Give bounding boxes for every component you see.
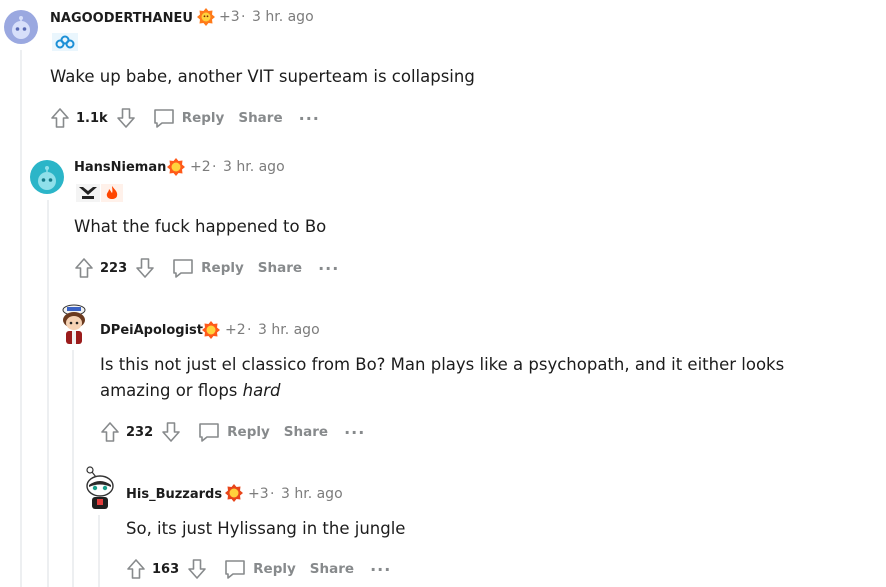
comment-body: Is this not just el classico from Bo? Ma… xyxy=(100,352,784,404)
comment-actions: 1.1k Reply Share ··· xyxy=(48,104,320,132)
comment-body-line-2: amazing or flops hard xyxy=(100,378,784,404)
reply-label: Reply xyxy=(201,260,244,276)
share-button[interactable]: Share xyxy=(310,561,354,577)
comment-actions: 223 Reply Share ··· xyxy=(72,254,339,282)
avatar[interactable] xyxy=(4,10,38,44)
share-label: Share xyxy=(283,424,329,440)
avatar[interactable] xyxy=(82,465,118,511)
thread-line-level-4[interactable] xyxy=(98,515,100,587)
reply-button[interactable]: Reply xyxy=(152,107,225,129)
meta-separator: · xyxy=(247,322,252,338)
cloud9-flair-icon xyxy=(52,33,78,55)
share-button[interactable]: Share xyxy=(238,110,282,126)
share-label: Share xyxy=(309,561,355,577)
meta-separator: · xyxy=(241,9,246,25)
vote-score: 223 xyxy=(100,260,128,276)
reply-label: Reply xyxy=(227,424,270,440)
more-options-icon[interactable]: ··· xyxy=(370,560,391,579)
karma-count: +2 xyxy=(190,159,211,175)
reply-label: Reply xyxy=(181,110,225,126)
timestamp[interactable]: 3 hr. ago xyxy=(281,486,343,502)
share-label: Share xyxy=(238,110,283,126)
upvote-arrow-icon[interactable] xyxy=(124,557,148,581)
reply-label: Reply xyxy=(253,561,296,577)
reply-button[interactable]: Reply xyxy=(171,257,244,279)
fire-flair-icon xyxy=(101,184,123,206)
speech-bubble-icon xyxy=(223,558,247,580)
comment-body-line-1: Is this not just el classico from Bo? Ma… xyxy=(100,355,785,374)
award-icon xyxy=(201,320,221,344)
more-options-icon[interactable]: ··· xyxy=(299,109,320,128)
karma-count: +3 xyxy=(248,486,269,502)
vote-score: 232 xyxy=(126,424,154,440)
downvote-arrow-icon[interactable] xyxy=(159,420,183,444)
thread-line-level-2[interactable] xyxy=(47,200,49,587)
username[interactable]: HansNieman xyxy=(74,160,166,175)
username[interactable]: DPeiApologist xyxy=(100,323,203,338)
share-label: Share xyxy=(257,260,303,276)
downvote-arrow-icon[interactable] xyxy=(114,106,138,130)
comment-body: Wake up babe, another VIT superteam is c… xyxy=(50,67,475,86)
more-options-icon[interactable]: ··· xyxy=(344,423,365,442)
lck-flair-icon xyxy=(76,184,100,206)
upvote-arrow-icon[interactable] xyxy=(98,420,122,444)
username[interactable]: His_Buzzards xyxy=(126,487,222,502)
thread-line-level-3[interactable] xyxy=(72,350,74,587)
downvote-arrow-icon[interactable] xyxy=(133,256,157,280)
comment-body: What the fuck happened to Bo xyxy=(74,217,327,236)
award-icon xyxy=(196,7,216,31)
speech-bubble-icon xyxy=(152,107,176,129)
more-options-icon[interactable]: ··· xyxy=(318,259,339,278)
reply-button[interactable]: Reply xyxy=(223,558,296,580)
comment-body-emphasis: hard xyxy=(242,381,281,400)
comment-body-text: amazing or flops xyxy=(100,381,243,400)
upvote-arrow-icon[interactable] xyxy=(72,256,96,280)
thread-line-level-1[interactable] xyxy=(20,50,22,587)
avatar[interactable] xyxy=(56,302,92,346)
timestamp[interactable]: 3 hr. ago xyxy=(223,159,285,175)
speech-bubble-icon xyxy=(197,421,221,443)
meta-separator: · xyxy=(212,159,217,175)
timestamp[interactable]: 3 hr. ago xyxy=(258,322,320,338)
downvote-arrow-icon[interactable] xyxy=(185,557,209,581)
karma-count: +3 xyxy=(219,9,240,25)
speech-bubble-icon xyxy=(171,257,195,279)
share-button[interactable]: Share xyxy=(258,260,302,276)
award-icon xyxy=(166,157,186,181)
karma-count: +2 xyxy=(225,322,246,338)
avatar[interactable] xyxy=(30,160,64,194)
share-button[interactable]: Share xyxy=(284,424,328,440)
username[interactable]: NAGOODERTHANEU xyxy=(50,11,193,26)
award-icon xyxy=(224,483,244,507)
comment-actions: 232 Reply Share ··· xyxy=(98,418,365,446)
comment-body: So, its just Hylissang in the jungle xyxy=(126,519,406,538)
upvote-arrow-icon[interactable] xyxy=(48,106,72,130)
vote-score: 1.1k xyxy=(76,110,108,126)
meta-separator: · xyxy=(270,486,275,502)
reply-button[interactable]: Reply xyxy=(197,421,270,443)
vote-score: 163 xyxy=(152,561,180,577)
comment-actions: 163 Reply Share ··· xyxy=(124,555,391,583)
timestamp[interactable]: 3 hr. ago xyxy=(252,9,314,25)
